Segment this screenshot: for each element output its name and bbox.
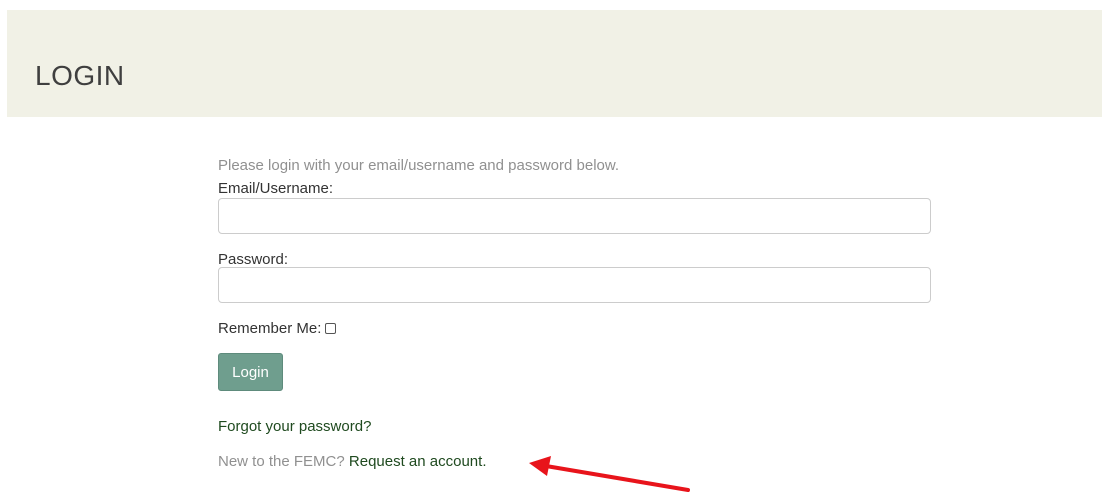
annotation-arrow-icon — [529, 456, 690, 492]
